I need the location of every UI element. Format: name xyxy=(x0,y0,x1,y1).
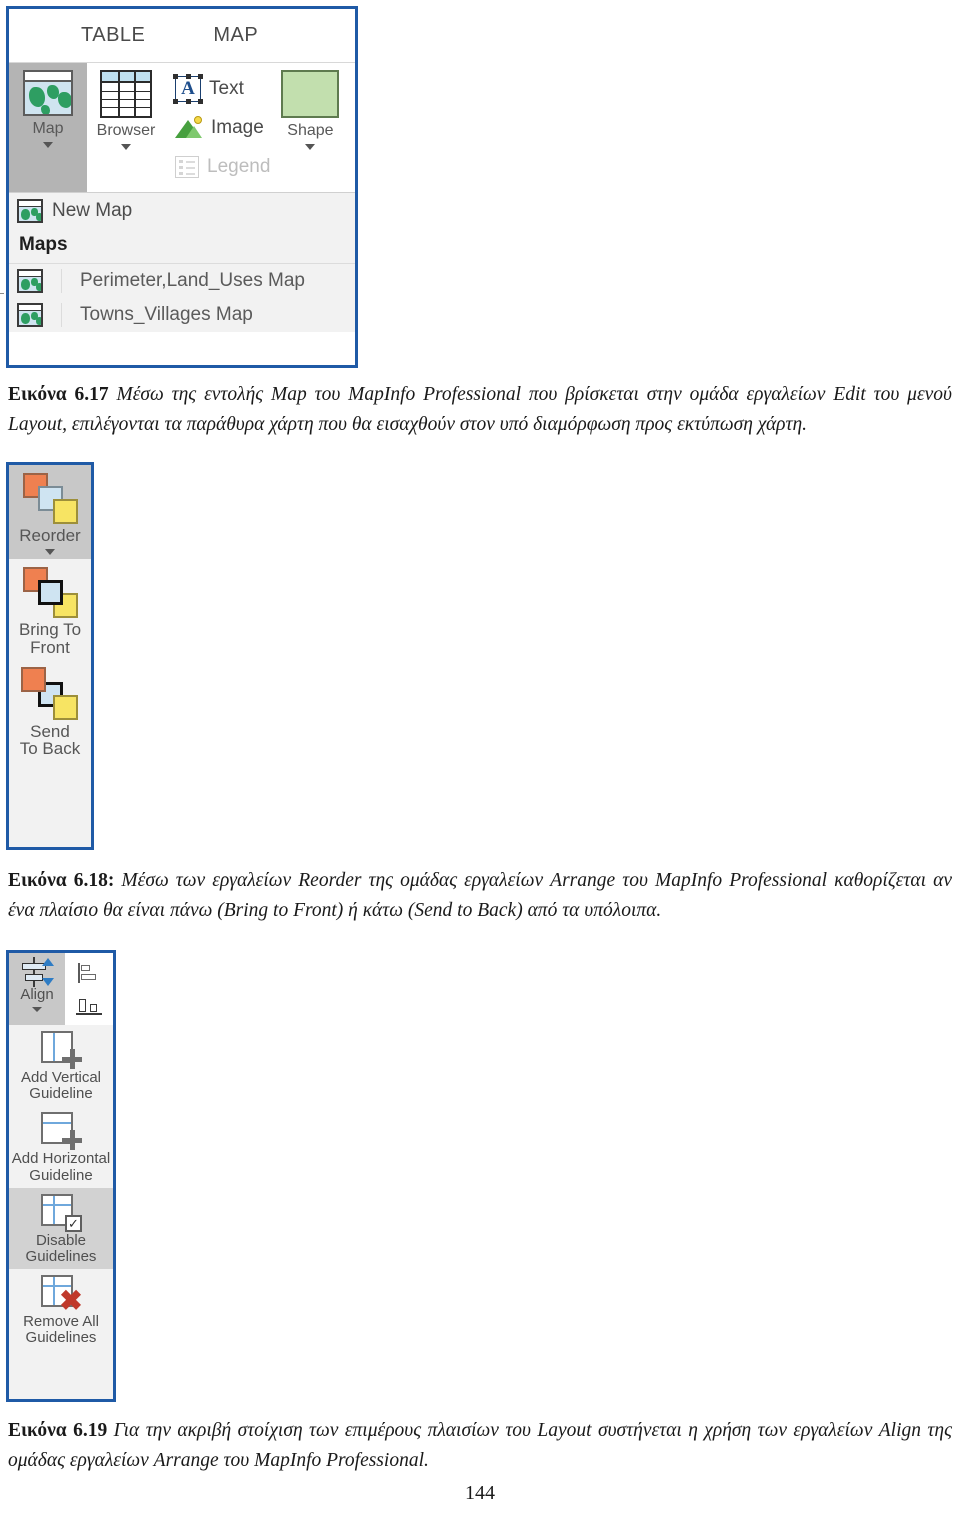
map-icon xyxy=(23,70,73,116)
map-icon xyxy=(17,303,43,327)
figure-caption-617: Εικόνα 6.17 Μέσω της εντολής Map του Map… xyxy=(8,380,952,439)
figure-align-toolbar-screenshot: Align Add Vertical Guideline Add Horizont… xyxy=(6,950,116,1402)
ribbon-tab-bar: TABLE MAP xyxy=(9,9,355,63)
disable-guidelines-icon: ✓ xyxy=(39,1193,83,1233)
list-item[interactable]: Towns_Villages Map xyxy=(9,298,355,332)
divider xyxy=(61,303,62,327)
checkbox-icon: ✓ xyxy=(65,1214,82,1232)
chevron-down-icon[interactable] xyxy=(32,1006,42,1012)
toolbar-button-reorder-label: Reorder xyxy=(19,526,81,545)
ribbon-button-browser-label: Browser xyxy=(96,122,156,139)
remove-all-guidelines-icon: ✖ xyxy=(39,1274,83,1317)
ribbon-button-map[interactable]: Map xyxy=(9,63,87,192)
toolbar-button-add-horizontal-guideline[interactable]: Add Horizontal Guideline xyxy=(9,1106,113,1187)
list-item-label: Perimeter,Land_Uses Map xyxy=(80,270,305,291)
legend-icon xyxy=(175,155,199,178)
align-left-icon[interactable] xyxy=(77,962,101,983)
figure-reorder-toolbar-screenshot: Reorder Bring To Front Send To Back xyxy=(6,462,94,850)
tab-table[interactable]: TABLE xyxy=(81,24,145,47)
table-icon xyxy=(100,70,152,118)
map-icon xyxy=(17,199,43,223)
list-item[interactable]: Perimeter,Land_Uses Map xyxy=(9,264,355,298)
bring-to-front-icon xyxy=(19,565,81,621)
page-number: 144 xyxy=(465,1482,495,1504)
ribbon-button-legend: Legend xyxy=(175,150,270,184)
divider xyxy=(61,269,62,293)
toolbar-button-align[interactable]: Align xyxy=(9,953,65,1025)
toolbar-button-remove-all-guidelines-label: Remove All Guidelines xyxy=(23,1313,99,1347)
figure-caption-617-number: Εικόνα 6.17 xyxy=(8,384,109,405)
reorder-icon xyxy=(19,471,81,527)
figure-caption-619: Εικόνα 6.19 Για την ακριβή στοίχιση των … xyxy=(8,1416,952,1475)
map-dropdown-panel: New Map Maps Perimeter,Land_Uses Map Tow… xyxy=(9,193,355,332)
image-icon xyxy=(175,115,203,140)
dropdown-section-header: Maps xyxy=(9,229,355,264)
list-item-label: Towns_Villages Map xyxy=(80,304,253,325)
chevron-down-icon[interactable] xyxy=(43,142,53,148)
chevron-down-icon[interactable] xyxy=(121,144,131,150)
ribbon-button-shape-label: Shape xyxy=(287,122,334,139)
ribbon-button-shape[interactable]: Shape xyxy=(274,63,347,192)
ribbon-button-image-label: Image xyxy=(211,116,264,138)
ribbon-body: Map Browser A Text Image Legend Shape xyxy=(9,63,355,193)
figure-caption-618-text: Μέσω των εργαλείων Reorder της ομάδας ερ… xyxy=(8,870,952,921)
close-icon: ✖ xyxy=(59,1285,83,1317)
figure-caption-617-text: Μέσω της εντολής Map του MapInfo Profess… xyxy=(8,384,952,435)
page-edge-tick xyxy=(0,293,4,294)
align-bottom-icon[interactable] xyxy=(76,994,102,1016)
align-toolbar-top: Align xyxy=(9,953,113,1025)
toolbar-button-add-vertical-guideline[interactable]: Add Vertical Guideline xyxy=(9,1025,113,1106)
toolbar-button-bring-to-front-label: Bring To Front xyxy=(18,619,82,657)
ribbon-button-image[interactable]: Image xyxy=(175,111,270,145)
chevron-down-icon[interactable] xyxy=(305,144,316,150)
figure-caption-618: Εικόνα 6.18: Μέσω των εργαλείων Reorder … xyxy=(8,866,952,925)
ribbon-button-text[interactable]: A Text xyxy=(173,72,270,106)
figure-caption-618-number: Εικόνα 6.18: xyxy=(8,870,115,891)
map-icon xyxy=(17,269,43,293)
tab-map[interactable]: MAP xyxy=(213,24,258,47)
ribbon-button-browser[interactable]: Browser xyxy=(87,63,165,192)
toolbar-button-disable-guidelines-label: Disable Guidelines xyxy=(25,1231,97,1265)
toolbar-button-add-horizontal-guideline-label: Add Horizontal Guideline xyxy=(11,1150,111,1184)
chevron-down-icon[interactable] xyxy=(45,548,55,555)
figure-caption-619-number: Εικόνα 6.19 xyxy=(8,1420,108,1441)
toolbar-button-add-vertical-guideline-label: Add Vertical Guideline xyxy=(20,1069,102,1103)
ribbon-small-buttons: A Text Image Legend xyxy=(165,63,274,192)
toolbar-button-bring-to-front[interactable]: Bring To Front xyxy=(9,559,91,661)
align-toolbar-side xyxy=(65,953,113,1025)
ribbon-button-legend-label: Legend xyxy=(207,155,271,177)
figure-map-ribbon-screenshot: TABLE MAP Map Browser A Text Image Legen… xyxy=(6,6,358,368)
toolbar-button-send-to-back-label: Send To Back xyxy=(19,721,81,759)
toolbar-button-align-label: Align xyxy=(20,986,54,1003)
dropdown-item-new-map[interactable]: New Map xyxy=(9,193,355,229)
toolbar-button-reorder[interactable]: Reorder xyxy=(9,465,91,559)
figure-caption-619-text: Για την ακριβή στοίχιση των επιμέρους πλ… xyxy=(8,1420,952,1471)
shape-icon xyxy=(281,70,340,118)
toolbar-button-disable-guidelines[interactable]: ✓ Disable Guidelines xyxy=(9,1187,113,1270)
add-vertical-guideline-icon xyxy=(39,1030,83,1070)
send-to-back-icon xyxy=(19,666,81,723)
add-horizontal-guideline-icon xyxy=(39,1111,83,1151)
toolbar-button-send-to-back[interactable]: Send To Back xyxy=(9,661,91,763)
ribbon-button-text-label: Text xyxy=(209,77,244,99)
dropdown-item-new-map-label: New Map xyxy=(52,200,133,221)
toolbar-button-remove-all-guidelines[interactable]: ✖ Remove All Guidelines xyxy=(9,1269,113,1350)
text-icon: A xyxy=(173,73,203,104)
align-center-icon xyxy=(20,957,54,987)
ribbon-button-map-label: Map xyxy=(32,120,64,137)
